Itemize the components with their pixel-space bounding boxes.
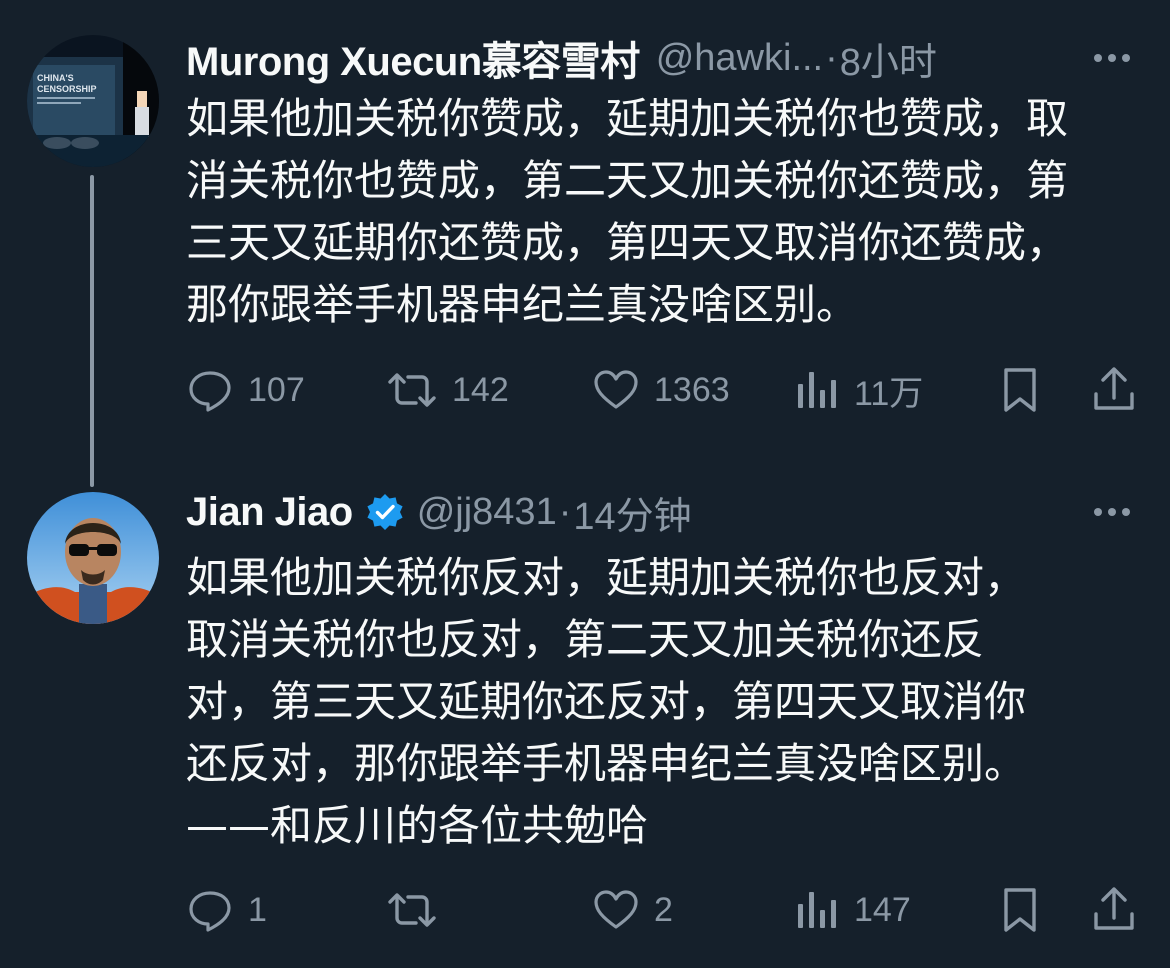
avatar[interactable] bbox=[27, 492, 159, 624]
bookmark-button[interactable] bbox=[998, 364, 1042, 416]
tweet-text-line: 那你跟举手机器申纪兰真没啥区别。 bbox=[186, 280, 859, 329]
display-name[interactable]: Murong Xuecun慕容雪村 bbox=[186, 29, 640, 87]
tweet-text-line: 如果他加关税你反对，延期加关税你也反对， bbox=[186, 553, 1027, 602]
reply-count: 107 bbox=[248, 370, 305, 409]
tweet-header: Murong Xuecun慕容雪村 @hawki... · 8小时 bbox=[186, 32, 1146, 84]
reply-icon bbox=[189, 891, 231, 932]
like-button[interactable]: 1363 bbox=[592, 364, 730, 416]
views-button[interactable]: 147 bbox=[796, 884, 911, 936]
reply-icon bbox=[189, 371, 231, 412]
thread-line bbox=[90, 175, 94, 487]
action-bar: 107 142 1363 11万 bbox=[186, 364, 1146, 416]
like-count: 1363 bbox=[654, 370, 730, 409]
bookmark-icon bbox=[1004, 368, 1036, 412]
avatar-caption: CHINA'S bbox=[37, 73, 74, 83]
reply-button[interactable]: 107 bbox=[186, 364, 305, 416]
like-button[interactable]: 2 bbox=[592, 884, 673, 936]
separator: · bbox=[558, 490, 572, 533]
share-button[interactable] bbox=[1090, 364, 1138, 416]
tweet-text-line: 消关税你也赞成，第二天又加关税你还赞成，第 bbox=[186, 156, 1069, 205]
tweet[interactable]: Jian Jiao @jj8431 · 14分钟 如果他加关税你反对，延期加关税… bbox=[0, 470, 1170, 968]
bookmark-icon bbox=[1004, 888, 1036, 932]
views-icon bbox=[798, 372, 836, 408]
display-name[interactable]: Jian Jiao bbox=[186, 490, 353, 535]
share-icon bbox=[1094, 887, 1134, 930]
verified-icon[interactable] bbox=[365, 492, 405, 532]
tweet-text-line: 对，第三天又延期你还反对，第四天又取消你 bbox=[186, 677, 1027, 726]
like-count: 2 bbox=[654, 890, 673, 929]
avatar-caption: CENSORSHIP bbox=[37, 84, 97, 94]
tweet-header: Jian Jiao @jj8431 · 14分钟 bbox=[186, 486, 1146, 538]
tweet-text-line: 取消关税你也反对，第二天又加关税你还反 bbox=[186, 615, 985, 664]
retweet-button[interactable] bbox=[386, 884, 452, 936]
retweet-button[interactable]: 142 bbox=[386, 364, 509, 416]
views-button[interactable]: 11万 bbox=[796, 364, 923, 416]
tweet-text-line: 三天又延期你还赞成，第四天又取消你还赞成， bbox=[186, 218, 1069, 267]
timestamp[interactable]: 8小时 bbox=[840, 31, 937, 86]
heart-icon bbox=[594, 370, 638, 409]
heart-icon bbox=[594, 890, 638, 929]
tweet-text-line: 还反对，那你跟举手机器申纪兰真没啥区别。 bbox=[186, 739, 1027, 788]
tweet-text: 如果他加关税你反对，延期加关税你也反对， 取消关税你也反对，第二天又加关税你还反… bbox=[186, 547, 1026, 857]
views-icon bbox=[798, 892, 836, 928]
more-icon[interactable] bbox=[1090, 36, 1134, 80]
view-count: 11万 bbox=[854, 374, 924, 413]
tweet[interactable]: CHINA'S CENSORSHIP Murong Xuecun慕容雪村 @ha… bbox=[0, 0, 1170, 487]
retweet-count: 142 bbox=[452, 370, 509, 409]
user-handle[interactable]: @hawki... bbox=[656, 37, 823, 80]
share-button[interactable] bbox=[1090, 884, 1138, 936]
tweet-text-line: 如果他加关税你赞成，延期加关税你也赞成，取 bbox=[186, 94, 1069, 143]
bookmark-button[interactable] bbox=[998, 884, 1042, 936]
avatar[interactable]: CHINA'S CENSORSHIP bbox=[27, 35, 159, 167]
more-icon[interactable] bbox=[1090, 490, 1134, 534]
view-count: 147 bbox=[854, 890, 911, 929]
tweet-text: 如果他加关税你赞成，延期加关税你也赞成，取 消关税你也赞成，第二天又加关税你还赞… bbox=[186, 88, 1068, 336]
separator: · bbox=[825, 36, 838, 79]
user-handle[interactable]: @jj8431 bbox=[417, 491, 557, 534]
tweet-text-line: ——和反川的各位共勉哈 bbox=[186, 801, 649, 850]
share-icon bbox=[1094, 367, 1134, 410]
action-bar: 1 2 147 bbox=[186, 884, 1146, 936]
retweet-icon bbox=[388, 373, 436, 407]
timestamp[interactable]: 14分钟 bbox=[573, 485, 691, 540]
reply-count: 1 bbox=[248, 890, 267, 929]
retweet-icon bbox=[388, 893, 436, 927]
reply-button[interactable]: 1 bbox=[186, 884, 267, 936]
